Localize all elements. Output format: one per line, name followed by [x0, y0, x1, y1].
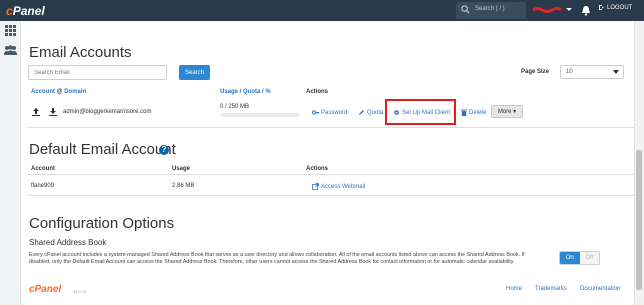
- email-accounts-title: Email Accounts: [29, 44, 132, 61]
- grid-icon[interactable]: [5, 25, 16, 36]
- footer-version: 94.0.10: [73, 289, 87, 294]
- toggle-on[interactable]: On: [560, 252, 580, 264]
- logout-label: LOGOUT: [607, 4, 633, 11]
- column-actions: Actions: [306, 89, 329, 95]
- usage-progress-bar: [220, 113, 299, 117]
- upload-icon[interactable]: [32, 108, 40, 116]
- search-button[interactable]: Search: [179, 65, 210, 80]
- search-icon: [461, 5, 470, 14]
- quota-button[interactable]: Quota: [358, 109, 383, 116]
- default-account-name: flane909: [31, 183, 55, 189]
- logout-icon: [599, 5, 604, 10]
- global-search[interactable]: Search ( / ): [456, 2, 526, 19]
- quota-label: Quota: [367, 109, 384, 116]
- trash-icon: [461, 109, 467, 116]
- search-email-input[interactable]: [28, 65, 167, 80]
- access-webmail-label: Access Webmail: [321, 183, 366, 190]
- access-webmail-link[interactable]: Access Webmail: [312, 183, 365, 190]
- configuration-options-title: Configuration Options: [29, 215, 175, 232]
- logout-button[interactable]: LOGOUT: [598, 4, 632, 11]
- key-icon: [312, 110, 319, 115]
- shared-address-book-title: Shared Address Book: [29, 238, 107, 247]
- external-link-icon: [312, 183, 319, 190]
- password-button[interactable]: Password: [312, 109, 347, 116]
- shared-address-book-description: Every cPanel account includes a system-m…: [29, 252, 525, 265]
- more-button[interactable]: More ▾: [491, 105, 523, 118]
- default-header-divider: [28, 174, 634, 175]
- default-column-usage: Usage: [172, 166, 191, 172]
- delete-label: Delete: [469, 109, 487, 116]
- page-size-value: 10: [566, 69, 573, 75]
- sort-account-link[interactable]: Account: [31, 89, 55, 95]
- footer-home-link[interactable]: Home: [506, 286, 522, 292]
- toggle-off[interactable]: Off: [579, 252, 599, 264]
- sort-domain-link[interactable]: Domain: [64, 89, 86, 95]
- column-account[interactable]: Account @ Domain: [31, 89, 86, 95]
- default-email-account-title: Default Email Account: [29, 141, 176, 158]
- delete-button[interactable]: Delete: [461, 109, 486, 116]
- pencil-icon: [359, 110, 364, 115]
- help-icon[interactable]: ?: [159, 145, 169, 155]
- column-usage[interactable]: Usage / Quota / %: [220, 89, 271, 95]
- global-search-placeholder: Search ( / ): [475, 6, 505, 12]
- top-bar: cPanel Search ( / ) LOGOUT: [0, 0, 644, 21]
- footer-trademarks-link[interactable]: Trademarks: [535, 286, 567, 292]
- bell-icon[interactable]: [581, 5, 591, 16]
- shared-address-book-toggle[interactable]: On Off: [559, 251, 600, 265]
- chevron-down-icon: [613, 70, 619, 74]
- email-account-address: admin@bloggerkemarinsore.com: [63, 109, 152, 115]
- page-size-select[interactable]: 10: [560, 65, 624, 79]
- chevron-down-icon[interactable]: [566, 8, 572, 11]
- column-at-sign: @: [56, 89, 63, 95]
- users-icon[interactable]: [4, 45, 17, 55]
- page-size-label: Page Size: [521, 69, 550, 75]
- table-row-divider: [28, 127, 634, 128]
- footer-documentation-link[interactable]: Documentation: [580, 286, 620, 292]
- more-label: More: [497, 109, 512, 115]
- cpanel-logo[interactable]: cPanel: [6, 4, 45, 18]
- download-icon[interactable]: [49, 108, 57, 116]
- highlight-box: [385, 99, 456, 125]
- caret-down-icon: ▾: [513, 109, 517, 115]
- default-account-usage: 2.86 MB: [172, 183, 195, 189]
- footer-cpanel-logo[interactable]: cPanel: [29, 284, 61, 295]
- usage-text: 0 / 250 MB: [220, 104, 250, 110]
- default-row-divider: [28, 195, 634, 196]
- default-column-actions: Actions: [306, 166, 329, 172]
- default-column-account: Account: [31, 166, 55, 172]
- left-rail: [0, 21, 21, 305]
- scrollbar-thumb[interactable]: [636, 150, 642, 290]
- user-menu-redacted[interactable]: [532, 6, 562, 14]
- password-label: Password: [321, 109, 348, 116]
- sort-usage-link[interactable]: Usage / Quota / %: [220, 89, 271, 95]
